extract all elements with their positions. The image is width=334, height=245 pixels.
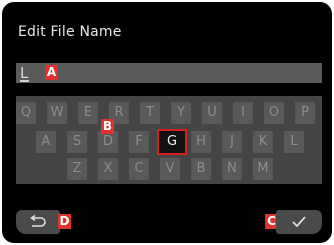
key-t[interactable]: T xyxy=(140,102,160,124)
callout-marker-b: B xyxy=(101,119,114,134)
key-h[interactable]: H xyxy=(191,131,211,153)
key-g-selected[interactable]: G xyxy=(157,129,187,155)
key-s[interactable]: S xyxy=(67,131,87,153)
back-button[interactable] xyxy=(16,210,60,234)
key-z[interactable]: Z xyxy=(67,158,87,180)
key-v[interactable]: V xyxy=(160,158,180,180)
callout-marker-d: D xyxy=(58,214,71,229)
key-l[interactable]: L xyxy=(284,131,304,153)
text-cursor xyxy=(20,80,29,82)
confirm-button[interactable] xyxy=(276,210,322,234)
key-a[interactable]: A xyxy=(36,131,56,153)
key-w[interactable]: W xyxy=(47,102,67,124)
key-b[interactable]: B xyxy=(191,158,211,180)
key-n[interactable]: N xyxy=(222,158,242,180)
key-d[interactable]: D xyxy=(98,131,118,153)
back-arrow-icon xyxy=(30,215,46,227)
key-j[interactable]: J xyxy=(222,131,242,153)
page-title: Edit File Name xyxy=(18,24,122,40)
key-u[interactable]: U xyxy=(202,102,222,124)
key-e[interactable]: E xyxy=(78,102,98,124)
key-k[interactable]: K xyxy=(253,131,273,153)
key-m[interactable]: M xyxy=(253,158,273,180)
key-x[interactable]: X xyxy=(98,158,118,180)
key-c[interactable]: C xyxy=(129,158,149,180)
key-i[interactable]: I xyxy=(233,102,253,124)
camera-screen: Edit File Name L Q W E R T Y U I O P A S… xyxy=(2,2,332,243)
file-name-input[interactable]: L xyxy=(16,63,322,83)
key-y[interactable]: Y xyxy=(171,102,191,124)
key-f[interactable]: F xyxy=(129,131,149,153)
key-q[interactable]: Q xyxy=(16,102,36,124)
on-screen-keyboard: Q W E R T Y U I O P A S D F G H J K L Z … xyxy=(16,96,322,184)
callout-marker-a: A xyxy=(45,65,58,80)
key-p[interactable]: P xyxy=(295,102,315,124)
checkmark-icon xyxy=(292,216,306,228)
key-o[interactable]: O xyxy=(264,102,284,124)
